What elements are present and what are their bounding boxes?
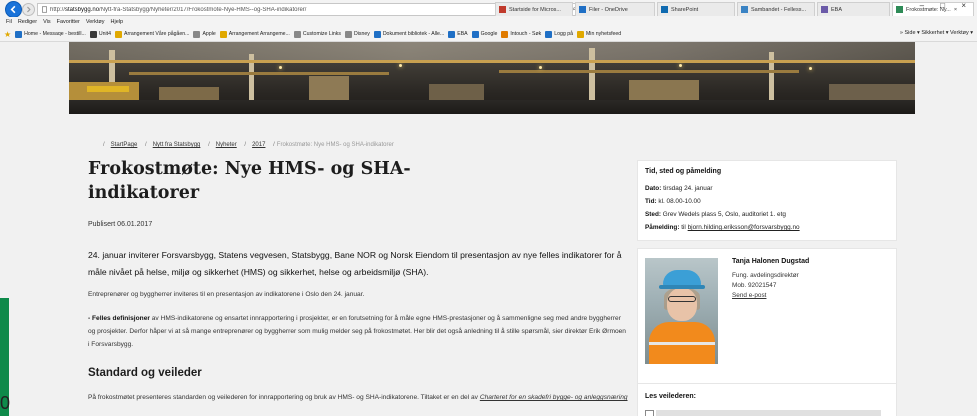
fav-icon (193, 30, 201, 38)
fav-icon (501, 30, 509, 38)
fav-icon (344, 30, 352, 38)
event-time: Tid: kl. 08.00-10.00 (645, 198, 701, 205)
sharepoint-icon (661, 6, 668, 13)
fav-icon (89, 30, 97, 38)
fav-home[interactable]: Home - Messaqe - bestill... (15, 30, 86, 38)
fav-icon (115, 30, 122, 38)
event-info-card: Tid, sted og påmelding Dato: tirsdag 24.… (638, 161, 896, 240)
charter-link[interactable]: Charteret for en skadefri bygge- og anle… (480, 394, 628, 401)
fav-icon (15, 30, 23, 38)
tab-sharepoint[interactable]: SharePoint (657, 2, 735, 16)
onedrive-icon (579, 6, 586, 13)
signup-email-link[interactable]: bjorn.hilding.eriksson@forsvarsbygg.no (688, 224, 800, 231)
published-date: Publisert 06.01.2017 (88, 221, 153, 228)
fav-unit4[interactable]: Unit4 (89, 30, 111, 38)
contact-role: Fung. avdelingsdirektør (732, 272, 799, 279)
fav-icon (471, 30, 479, 38)
article-paragraph-1: Entreprenører og byggherrer inviteres ti… (88, 291, 365, 298)
tab-strip: Startside for Micros... Filer - OneDrive… (495, 2, 976, 17)
breadcrumb-startpage[interactable]: StartPage (111, 142, 138, 148)
menu-file[interactable]: Fil (6, 19, 12, 25)
page-content: 0 /StartPage / Nytt fra Statsbygg / Nyhete… (0, 42, 977, 416)
contact-photo (645, 258, 718, 364)
fav-icon (448, 30, 456, 38)
document-icon (645, 410, 654, 416)
statsbygg-icon (896, 6, 903, 13)
contact-phone: Mob. 92021547 (732, 282, 777, 289)
page-icon (42, 6, 47, 13)
menu-tools[interactable]: Verktøy (86, 19, 105, 25)
fav-icon (545, 30, 553, 38)
favorites-star-icon[interactable]: ★ (4, 30, 11, 39)
contact-email-link[interactable]: Send e-post (732, 292, 766, 299)
hero-image (69, 42, 915, 114)
overlay-character: 0 (0, 393, 11, 413)
tab-startside[interactable]: Startside for Micros... (495, 2, 573, 16)
tab-eba[interactable]: EBA (817, 2, 890, 16)
url-text: http://statsbygg.no/Nytt-fra-Statsbygg/N… (50, 6, 307, 13)
event-info-title: Tid, sted og påmelding (645, 168, 722, 175)
back-button[interactable] (5, 1, 22, 18)
tab-sambandet[interactable]: Sambandet - Felless... (737, 2, 815, 16)
menu-help[interactable]: Hjelp (111, 19, 124, 25)
sambandet-icon (741, 6, 748, 13)
breadcrumb-2017[interactable]: 2017 (252, 142, 265, 148)
section-heading-standard: Standard og veileder (88, 367, 202, 379)
arrow-left-icon (10, 5, 16, 14)
event-date: Dato: tirsdag 24. januar (645, 185, 713, 192)
menu-edit[interactable]: Rediger (18, 19, 37, 25)
favorites-bar: ★ Home - Messaqe - bestill... Unit4 Arra… (0, 27, 977, 42)
fav-icon (576, 30, 584, 38)
fav-arrangement-1[interactable]: Arrangement Våre pågåen... (115, 30, 189, 38)
breadcrumb: / StartPage / Nytt fra Statsbygg / Nyheter … (103, 142, 394, 148)
fav-arrangement-2[interactable]: Arrangement Arrangeme... (219, 30, 290, 38)
address-bar-row: http://statsbygg.no/Nytt-fra-Statsbygg/N… (0, 0, 977, 18)
tab-onedrive[interactable]: Filer - OneDrive (575, 2, 655, 16)
menu-favorites[interactable]: Favoritter (57, 19, 80, 25)
breadcrumb-nyheter[interactable]: Nyheter (216, 142, 237, 148)
fav-icon (373, 30, 381, 38)
fav-logg-pa[interactable]: Logg på (545, 30, 573, 38)
guides-link-cropped[interactable] (656, 410, 881, 416)
fav-icon (219, 30, 227, 38)
breadcrumb-current: Frokostmøte: Nye HMS- og SHA-indikatorer (276, 142, 394, 148)
fav-intouch[interactable]: Intouch - Søk (501, 30, 541, 38)
article-paragraph-2: - Felles definisjoner av HMS-indikatoren… (88, 315, 626, 348)
window-controls[interactable]: – □ × (920, 1, 973, 10)
event-signup: Påmelding: til bjorn.hilding.eriksson@fo… (645, 224, 800, 231)
fav-disney[interactable]: Disney (344, 30, 370, 38)
guides-card: Les veilederen: (638, 384, 896, 416)
breadcrumb-nytt-fra-statsbygg[interactable]: Nytt fra Statsbygg (153, 142, 201, 148)
fav-google[interactable]: Google (471, 30, 497, 38)
forward-button[interactable] (22, 3, 35, 16)
article-lead: 24. januar inviterer Forsvarsbygg, State… (88, 250, 622, 277)
page-title: Frokostmøte: Nye HMS- og SHA-indikatorer (88, 159, 411, 203)
fav-eba[interactable]: EBA (448, 30, 468, 38)
article-paragraph-3: På frokostmøtet presenteres standarden o… (88, 394, 628, 401)
fav-icon (293, 30, 301, 38)
eba-icon (821, 6, 828, 13)
arrow-right-icon (27, 6, 31, 13)
fav-nyhetsfeed[interactable]: Min nyhetsfeed (576, 30, 621, 38)
event-place: Sted: Grev Wedels plass 5, Oslo, auditor… (645, 211, 786, 218)
menu-view[interactable]: Vis (43, 19, 51, 25)
command-bar[interactable]: » Side ▾ Sikkerhet ▾ Verktøy ▾ (900, 30, 973, 36)
guides-title: Les veilederen: (645, 393, 696, 400)
ie-icon (499, 6, 506, 13)
fav-dokument-bibliotek[interactable]: Dokument bibliotek - Alle... (373, 30, 444, 38)
fav-apple[interactable]: Apple (193, 30, 216, 38)
fav-customize-links[interactable]: Customize Links (293, 30, 341, 38)
menu-bar: Fil Rediger Vis Favoritter Verktøy Hjelp (0, 17, 977, 27)
contact-name: Tanja Halonen Dugstad (732, 258, 810, 265)
